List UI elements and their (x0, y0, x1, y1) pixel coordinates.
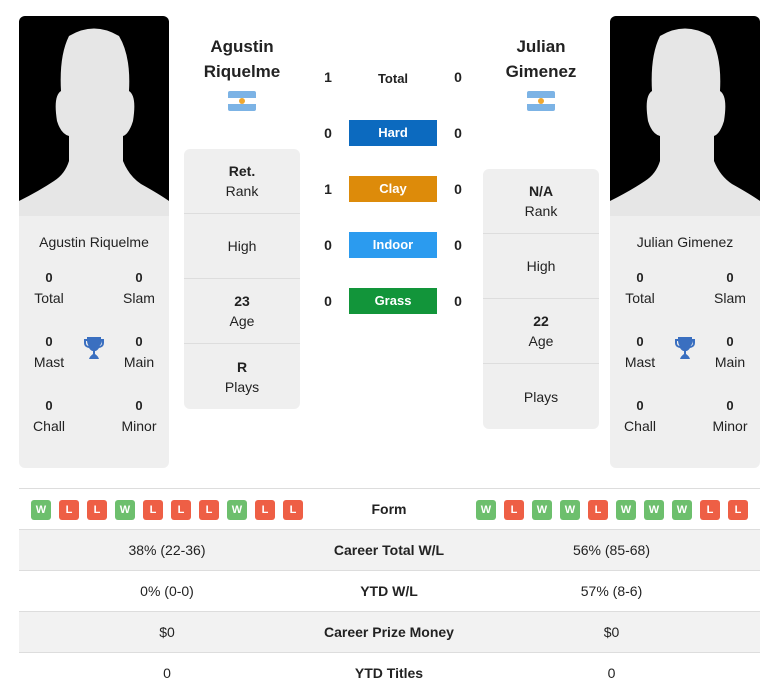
surface-clay-button[interactable]: Clay (349, 176, 437, 202)
form-badge-win[interactable]: W (115, 500, 135, 520)
h2h-left-count: 1 (324, 181, 332, 197)
trophy-icon (675, 337, 695, 359)
form-badge-loss[interactable]: L (255, 500, 275, 520)
h2h-right-count: 0 (454, 237, 462, 253)
form-row: WLLWLLLWLL Form WLWWLWWWLL (19, 488, 760, 529)
row-label: YTD W/L (360, 583, 418, 599)
h2h-row-indoor: 0 Indoor 0 (310, 232, 470, 258)
titles-main: 0 Main (123, 334, 155, 370)
player2-heading[interactable]: Julian Gimenez (476, 34, 606, 84)
player2-card: Julian Gimenez 0 Total 0 Slam 0 Mast 0 Main … (610, 16, 760, 468)
titles-slam: 0 Slam (714, 270, 746, 306)
form-badge-loss[interactable]: L (728, 500, 748, 520)
comparison-table: WLLWLLLWLL Form WLWWLWWWLL 38% (22-36) C… (19, 488, 760, 693)
titles-total: 0 Total (625, 270, 655, 306)
h2h-left-count: 0 (324, 293, 332, 309)
player1-ytd-titles: 0 (163, 665, 171, 681)
h2h-right-count: 0 (454, 69, 462, 85)
row-label: Career Total W/L (333, 542, 445, 558)
player1-card: Agustin Riquelme 0 Total 0 Slam 0 Mast 0 Mai… (19, 16, 169, 468)
silhouette-icon (610, 28, 760, 216)
high-rank: High (483, 234, 599, 299)
argentina-flag-icon (527, 91, 555, 111)
form-badge-loss[interactable]: L (700, 500, 720, 520)
titles-main: 0 Main (714, 334, 746, 370)
player2-info: N/A Rank High 22 Age Plays (483, 169, 599, 429)
form-badge-loss[interactable]: L (59, 500, 79, 520)
form-badge-loss[interactable]: L (171, 500, 191, 520)
form-badge-loss[interactable]: L (143, 500, 163, 520)
form-badge-loss[interactable]: L (199, 500, 219, 520)
player2-form: WLWWLWWWLL (476, 500, 748, 520)
rank: Ret. Rank (184, 149, 300, 214)
table-row: 38% (22-36) Career Total W/L 56% (85-68) (19, 529, 760, 570)
h2h-left-count: 1 (324, 69, 332, 85)
player1-form: WLLWLLLWLL (31, 500, 303, 520)
titles-chall: 0 Chall (624, 398, 656, 434)
surface-grass-button[interactable]: Grass (349, 288, 437, 314)
player2-ytd-titles: 0 (607, 665, 616, 681)
form-badge-loss[interactable]: L (283, 500, 303, 520)
h2h-row-grass: 0 Grass 0 (310, 288, 470, 314)
high-rank: High (184, 214, 300, 279)
h2h-left-count: 0 (324, 237, 332, 253)
form-label: Form (371, 501, 407, 517)
surface-hard-button[interactable]: Hard (349, 120, 437, 146)
plays: R Plays (224, 358, 260, 395)
player1-career-wl: 38% (22-36) (128, 542, 206, 558)
form-badge-loss[interactable]: L (588, 500, 608, 520)
form-badge-win[interactable]: W (31, 500, 51, 520)
argentina-flag-icon (228, 91, 256, 111)
silhouette-icon (19, 28, 169, 216)
plays: Plays (523, 388, 559, 405)
player1-name: Agustin Riquelme (39, 234, 149, 250)
player1-titles: 0 Total 0 Slam 0 Mast 0 Main 0 Chall 0 Minor (19, 250, 169, 450)
rank: N/A Rank (483, 169, 599, 234)
player2-photo (610, 16, 760, 216)
form-badge-win[interactable]: W (644, 500, 664, 520)
form-badge-win[interactable]: W (560, 500, 580, 520)
row-label: YTD Titles (354, 665, 424, 681)
titles-mast: 0 Mast (33, 334, 65, 370)
form-badge-win[interactable]: W (532, 500, 552, 520)
h2h-row-total: 1 Total 0 (310, 64, 470, 90)
player1-heading[interactable]: Agustin Riquelme (177, 34, 307, 84)
trophy-icon (84, 337, 104, 359)
table-row: 0 YTD Titles 0 (19, 652, 760, 693)
player2-ytd-wl: 57% (8-6) (580, 583, 643, 599)
player2-titles: 0 Total 0 Slam 0 Mast 0 Main 0 Chall 0 Minor (610, 250, 760, 450)
player1-photo (19, 16, 169, 216)
surface-indoor-button[interactable]: Indoor (349, 232, 437, 258)
form-badge-win[interactable]: W (616, 500, 636, 520)
form-badge-loss[interactable]: L (504, 500, 524, 520)
age: 22 Age (483, 299, 599, 364)
form-badge-win[interactable]: W (672, 500, 692, 520)
surface-total-label: Total (377, 71, 409, 86)
titles-chall: 0 Chall (33, 398, 65, 434)
age: 23 Age (184, 279, 300, 344)
player1-info: Ret. Rank High 23 Age R Plays (184, 149, 300, 409)
row-label: Career Prize Money (324, 624, 454, 640)
titles-total: 0 Total (34, 270, 64, 306)
player2-prize: $0 (603, 624, 620, 640)
form-badge-win[interactable]: W (227, 500, 247, 520)
titles-minor: 0 Minor (712, 398, 748, 434)
table-row: 0% (0-0) YTD W/L 57% (8-6) (19, 570, 760, 611)
h2h-right-count: 0 (454, 125, 462, 141)
h2h-right-count: 0 (454, 181, 462, 197)
form-badge-loss[interactable]: L (87, 500, 107, 520)
table-row: $0 Career Prize Money $0 (19, 611, 760, 652)
h2h-row-hard: 0 Hard 0 (310, 120, 470, 146)
titles-minor: 0 Minor (121, 398, 157, 434)
titles-slam: 0 Slam (123, 270, 155, 306)
h2h-row-clay: 1 Clay 0 (310, 176, 470, 202)
player1-ytd-wl: 0% (0-0) (140, 583, 194, 599)
titles-mast: 0 Mast (624, 334, 656, 370)
h2h-left-count: 0 (324, 125, 332, 141)
player2-career-wl: 56% (85-68) (572, 542, 651, 558)
form-badge-win[interactable]: W (476, 500, 496, 520)
player1-prize: $0 (159, 624, 175, 640)
h2h-right-count: 0 (454, 293, 462, 309)
player2-name: Julian Gimenez (636, 234, 734, 250)
